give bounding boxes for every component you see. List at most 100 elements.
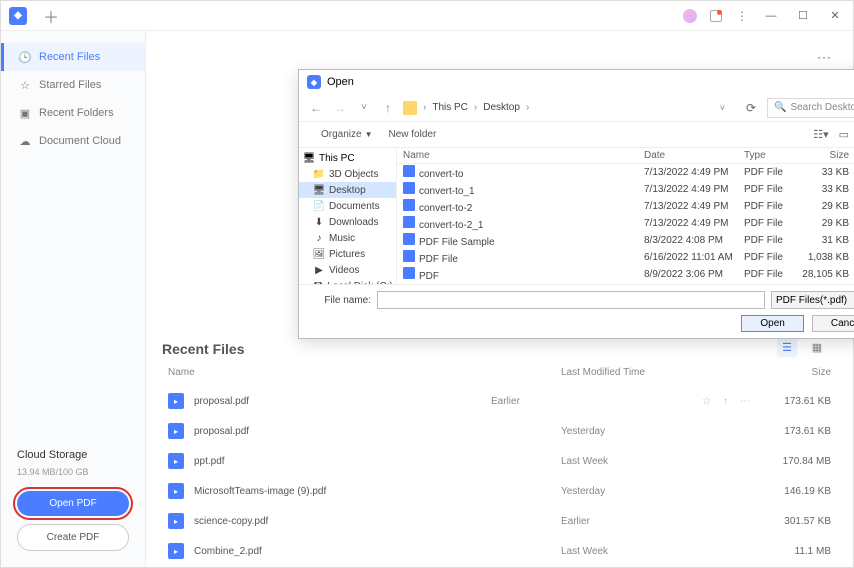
more-icon[interactable]: ⋯ xyxy=(817,49,833,66)
create-pdf-button[interactable]: Create PDF xyxy=(17,524,129,551)
file-name: MicrosoftTeams-image (9).pdf xyxy=(194,486,561,497)
pdf-icon xyxy=(403,233,415,245)
tree-item[interactable]: ⬇Downloads xyxy=(299,214,396,230)
file-row[interactable]: ▸proposal.pdfEarlier☆↑⋯173.61 KB xyxy=(162,386,837,416)
dialog-footer: File name: PDF Files(*.pdf)▾ Open Cancel xyxy=(299,284,854,338)
file-size: 173.61 KB xyxy=(761,426,831,437)
sidebar-item-starred[interactable]: ☆Starred Files xyxy=(1,71,145,99)
pdf-icon: ▸ xyxy=(168,483,184,499)
file-time: Yesterday xyxy=(561,426,761,437)
dialog-nav: ← → ˅ ↑ › This PC › Desktop › ˅ ⟳ 🔍Searc… xyxy=(299,94,854,122)
recent-locations-button[interactable]: ˅ xyxy=(355,102,373,113)
folder-icon: 📄 xyxy=(313,200,325,212)
close-button[interactable]: ✕ xyxy=(825,9,845,22)
tree-root[interactable]: 🖥This PC xyxy=(299,150,396,166)
col-date[interactable]: Date xyxy=(644,150,744,161)
filename-label: File name: xyxy=(313,295,371,306)
up-button[interactable]: ↑ xyxy=(379,101,397,115)
tree-item[interactable]: 🖼Pictures xyxy=(299,246,396,262)
new-folder-button[interactable]: New folder xyxy=(389,129,437,140)
file-time: Last Week xyxy=(561,456,761,467)
dialog-logo-icon: ◆ xyxy=(307,75,321,89)
file-row[interactable]: ▸Combine_2.pdfLast Week11.1 MB xyxy=(162,536,837,566)
open-pdf-button[interactable]: Open PDF xyxy=(17,491,129,516)
file-size: 170.84 MB xyxy=(761,456,831,467)
dialog-cancel-button[interactable]: Cancel xyxy=(812,315,854,332)
col-name: Name xyxy=(168,367,561,378)
folder-icon: 🖼 xyxy=(313,248,325,260)
file-row[interactable]: ▸proposal.pdfYesterday173.61 KB xyxy=(162,416,837,446)
file-row[interactable]: convert-to7/13/2022 4:49 PMPDF File33 KB xyxy=(397,164,854,181)
tree-item[interactable]: ▶Videos xyxy=(299,262,396,278)
folder-icon xyxy=(403,101,417,115)
list-view-button[interactable]: ☰ xyxy=(777,337,797,357)
kebab-icon[interactable]: ⋮ xyxy=(735,9,749,23)
recent-files-section: Recent Files ☰ ▦ Name Last Modified Time… xyxy=(162,341,837,566)
dialog-open-button[interactable]: Open xyxy=(741,315,803,332)
sidebar-item-cloud[interactable]: ☁Document Cloud xyxy=(1,127,145,155)
notification-icon[interactable] xyxy=(709,9,723,23)
cloud-storage-usage: 13.94 MB/100 GB xyxy=(17,467,129,477)
sidebar-item-label: Recent Files xyxy=(39,51,100,63)
view-options-button[interactable]: ☷▾ xyxy=(813,128,828,141)
file-columns: Name Last Modified Time Size xyxy=(162,359,837,386)
tree-item[interactable]: 📁3D Objects xyxy=(299,166,396,182)
file-size: 146.19 KB xyxy=(761,486,831,497)
file-row[interactable]: PDF File6/16/2022 11:01 AMPDF File1,038 … xyxy=(397,249,854,266)
breadcrumb[interactable]: Desktop xyxy=(483,102,520,113)
file-row[interactable]: ▸science-copy.pdfEarlier301.57 KB xyxy=(162,506,837,536)
breadcrumb[interactable]: This PC xyxy=(432,102,468,113)
assistant-icon[interactable] xyxy=(683,9,697,23)
filename-input[interactable] xyxy=(377,291,765,309)
app-window: ◆ ＋ ⋮ — ☐ ✕ 🕒Recent Files ☆Starred Files… xyxy=(0,0,854,568)
pc-icon: 🖥 xyxy=(303,152,315,164)
col-size[interactable]: Size xyxy=(794,150,849,161)
tree-item[interactable]: 📄Documents xyxy=(299,198,396,214)
upload-icon[interactable]: ↑ xyxy=(723,396,728,407)
pdf-icon: ▸ xyxy=(168,453,184,469)
file-row[interactable]: convert-to_17/13/2022 4:49 PMPDF File33 … xyxy=(397,181,854,198)
search-input[interactable]: 🔍Search Desktop xyxy=(767,98,854,118)
maximize-button[interactable]: ☐ xyxy=(793,9,813,22)
col-size: Size xyxy=(761,367,831,378)
new-tab-button[interactable]: ＋ xyxy=(43,4,59,28)
file-row[interactable]: convert-to-2_17/13/2022 4:49 PMPDF File2… xyxy=(397,215,854,232)
file-row[interactable]: convert-to-27/13/2022 4:49 PMPDF File29 … xyxy=(397,198,854,215)
file-time: Earlier xyxy=(561,516,761,527)
sidebar-item-label: Starred Files xyxy=(39,79,101,91)
more-icon[interactable]: ⋯ xyxy=(740,396,750,407)
preview-pane-button[interactable]: ▭ xyxy=(839,128,849,141)
grid-view-button[interactable]: ▦ xyxy=(807,337,827,357)
file-name: proposal.pdf xyxy=(194,396,491,407)
file-size: 173.61 KB xyxy=(761,396,831,407)
folder-icon: ▶ xyxy=(313,264,325,276)
col-name[interactable]: Name xyxy=(403,150,644,161)
search-icon: 🔍 xyxy=(774,102,786,113)
organize-button[interactable]: Organize▼ xyxy=(321,129,373,140)
col-type[interactable]: Type xyxy=(744,150,794,161)
clock-icon: 🕒 xyxy=(19,51,31,63)
refresh-button[interactable]: ⟳ xyxy=(741,101,761,115)
file-row[interactable]: PDF File Sample8/3/2022 4:08 PMPDF File3… xyxy=(397,232,854,249)
file-row[interactable]: ▸MicrosoftTeams-image (9).pdfYesterday14… xyxy=(162,476,837,506)
cloud-icon: ☁ xyxy=(19,135,31,147)
open-file-dialog: ◆ Open ✕ ← → ˅ ↑ › This PC › Desktop › ˅ xyxy=(298,69,854,339)
sidebar-item-recent-folders[interactable]: ▣Recent Folders xyxy=(1,99,145,127)
folder-tree: 🖥This PC 📁3D Objects🖥Desktop📄Documents⬇D… xyxy=(299,148,397,284)
tree-item[interactable]: ♪Music xyxy=(299,230,396,246)
minimize-button[interactable]: — xyxy=(761,10,781,22)
tree-item[interactable]: 🖥Desktop xyxy=(299,182,396,198)
star-icon[interactable]: ☆ xyxy=(702,396,711,407)
col-tags[interactable]: Tags xyxy=(849,150,854,161)
forward-button[interactable]: → xyxy=(331,101,349,115)
content-area: ⋯ ents into text. ⎙ print, ⧉ No preview … xyxy=(146,31,853,567)
sidebar-item-recent-files[interactable]: 🕒 Recent Files xyxy=(1,43,145,71)
file-list-header: Name Date Type Size Tags xyxy=(397,148,854,164)
file-row[interactable]: ▸ppt.pdfLast Week170.84 MB xyxy=(162,446,837,476)
back-button[interactable]: ← xyxy=(307,101,325,115)
pdf-icon: ▸ xyxy=(168,513,184,529)
file-row[interactable]: PDF8/9/2022 3:06 PMPDF File28,105 KB xyxy=(397,266,854,283)
file-type-filter[interactable]: PDF Files(*.pdf)▾ xyxy=(771,291,854,309)
pdf-icon xyxy=(403,250,415,262)
path-dropdown-button[interactable]: ˅ xyxy=(720,103,725,113)
